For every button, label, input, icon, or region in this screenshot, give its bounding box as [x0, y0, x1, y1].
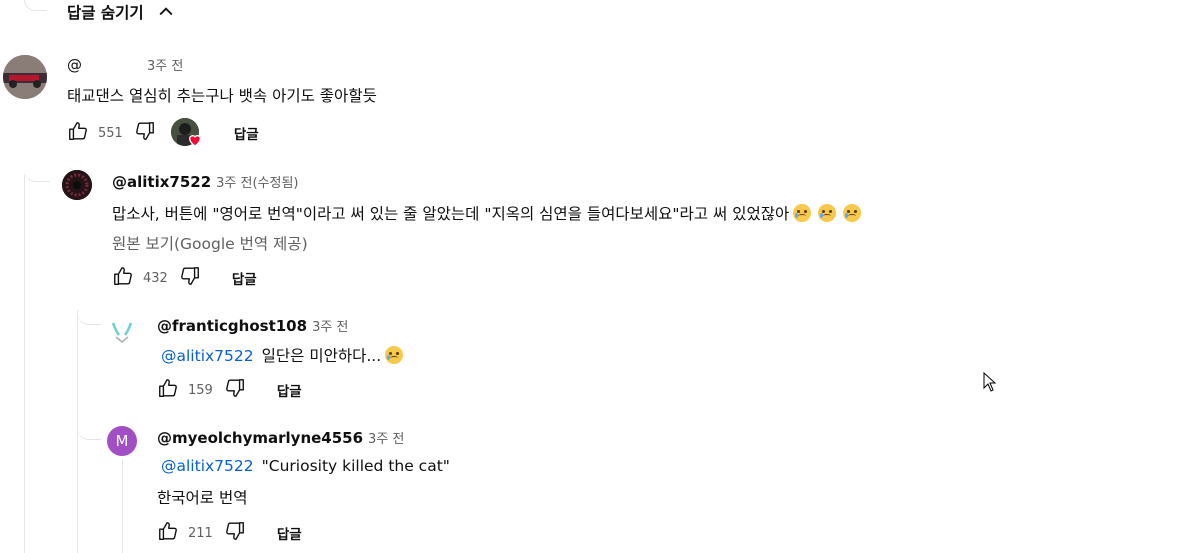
author-name[interactable]: @franticghost108: [157, 317, 307, 335]
mouse-cursor-icon: [983, 371, 997, 396]
comment-body: @alitix7522 일단은 미안하다...: [161, 344, 404, 366]
comment-text: "Curiosity killed the cat": [261, 457, 450, 475]
comment-actions: 551 답글: [66, 118, 259, 148]
timestamp[interactable]: 3주 전(수정됨): [216, 176, 298, 191]
emoji-crying-icon: [843, 204, 862, 222]
emoji-crying-icon: [793, 204, 812, 222]
chevron-up-icon: [156, 2, 176, 22]
timestamp[interactable]: 3주 전: [147, 59, 183, 74]
thread-curve: [77, 425, 101, 440]
like-button[interactable]: [156, 378, 180, 402]
dislike-button[interactable]: [178, 266, 202, 290]
comment-text: 태교댄스 열심히 추는구나 뱃속 아기도 좋아할듯: [67, 87, 377, 105]
thread-curve: [77, 310, 101, 325]
timestamp[interactable]: 3주 전: [312, 320, 348, 335]
thread-line-nested: [122, 460, 123, 553]
thumbs-down-icon: [134, 120, 156, 146]
comment-header: @alitix7522 3주 전(수정됨): [112, 172, 299, 191]
comment-body: @alitix7522 "Curiosity killed the cat": [161, 457, 450, 475]
dislike-button[interactable]: [223, 378, 247, 402]
like-button[interactable]: [156, 521, 180, 545]
author-name[interactable]: @myeolchymarlyne4556: [157, 429, 363, 447]
thumbs-down-icon: [179, 265, 201, 291]
like-button[interactable]: [66, 121, 90, 145]
thumbs-up-icon: [67, 120, 89, 146]
avatar[interactable]: [3, 55, 47, 99]
emoji-crying-icon: [818, 204, 837, 222]
comment-header: @myeolchymarlyne4556 3주 전: [157, 428, 404, 447]
author-name[interactable]: @alitix7522: [112, 173, 211, 191]
thumbs-up-icon: [157, 520, 179, 546]
timestamp[interactable]: 3주 전: [368, 432, 404, 447]
comment-body: 맙소사, 버튼에 "영어로 번역"이라고 써 있는 줄 알았는데 "지옥의 심연…: [112, 202, 862, 224]
heart-icon: [187, 132, 203, 152]
comment-header: @3주 전: [67, 55, 183, 74]
thumbs-up-icon: [112, 265, 134, 291]
thread-line-main: [24, 175, 25, 553]
reply-button[interactable]: 답글: [234, 123, 259, 143]
emoji-crying-icon: [385, 346, 404, 364]
avatar-letter: M: [115, 432, 129, 450]
dislike-button[interactable]: [133, 121, 157, 145]
like-count: 159: [188, 382, 213, 398]
reply-button[interactable]: 답글: [277, 523, 302, 543]
mention-link[interactable]: @alitix7522: [161, 347, 254, 365]
comment-text: 일단은 미안하다...: [261, 347, 382, 365]
like-button[interactable]: [111, 266, 135, 290]
thumbs-up-icon: [157, 377, 179, 403]
dislike-button[interactable]: [223, 521, 247, 545]
like-count: 432: [143, 270, 168, 286]
thread-curve: [24, 0, 47, 11]
thumbs-down-icon: [224, 520, 246, 546]
comment-actions: 159 답글: [156, 378, 302, 402]
author-name[interactable]: @: [67, 56, 82, 74]
like-count: 551: [98, 125, 123, 141]
hide-replies-label: 답글 숨기기: [67, 4, 144, 22]
comment-actions: 432 답글: [111, 266, 257, 290]
translate-toggle[interactable]: 원본 보기(Google 번역 제공): [112, 232, 308, 254]
hide-replies-button[interactable]: 답글 숨기기: [67, 0, 176, 24]
comment-header: @franticghost108 3주 전: [157, 316, 348, 335]
translate-toggle[interactable]: 한국어로 번역: [157, 486, 248, 508]
avatar[interactable]: [107, 315, 137, 345]
thread-curve: [24, 165, 50, 182]
mention-link[interactable]: @alitix7522: [161, 457, 254, 475]
comment-actions: 211 답글: [156, 521, 302, 545]
avatar[interactable]: [62, 170, 92, 200]
reply-button[interactable]: 답글: [232, 268, 257, 288]
comment-text: 맙소사, 버튼에 "영어로 번역"이라고 써 있는 줄 알았는데 "지옥의 심연…: [112, 205, 790, 223]
like-count: 211: [188, 525, 213, 541]
reply-button[interactable]: 답글: [277, 380, 302, 400]
avatar[interactable]: M: [107, 426, 137, 456]
thumbs-down-icon: [224, 377, 246, 403]
creator-heart[interactable]: [170, 118, 201, 148]
